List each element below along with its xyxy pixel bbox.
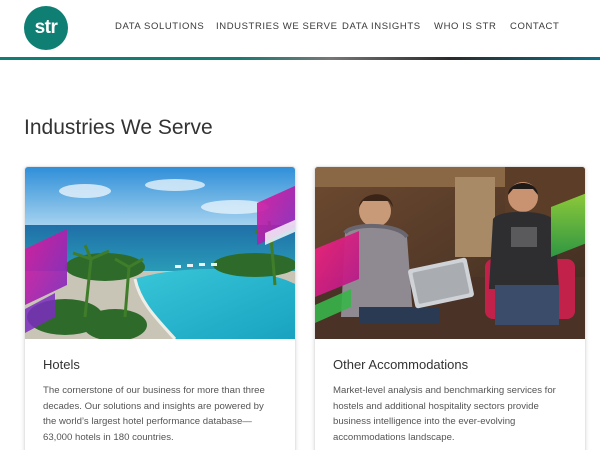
nav-contact[interactable]: CONTACT xyxy=(510,21,559,32)
card-title-hotels[interactable]: Hotels xyxy=(43,357,80,372)
card-description-other-accommodations: Market-level analysis and benchmarking s… xyxy=(333,385,556,443)
header-divider xyxy=(0,57,600,60)
nav-who-is-str[interactable]: WHO IS STR xyxy=(434,21,496,32)
nav-industries-we-serve[interactable]: INDUSTRIES WE SERVE xyxy=(216,21,338,32)
nav-data-insights[interactable]: DATA INSIGHTS xyxy=(342,21,421,32)
industry-card-other-accommodations[interactable]: Other Accommodations Market-level analys… xyxy=(314,166,586,450)
nav-data-solutions[interactable]: DATA SOLUTIONS xyxy=(115,21,204,32)
site-header: str DATA SOLUTIONS INDUSTRIES WE SERVE D… xyxy=(0,0,600,60)
str-logo[interactable]: str xyxy=(24,6,68,50)
hostel-lounge-photo xyxy=(315,167,585,339)
card-title-other-accommodations[interactable]: Other Accommodations xyxy=(333,357,468,372)
hotels-image[interactable] xyxy=(25,167,295,339)
card-description-hotels: The cornerstone of our business for more… xyxy=(43,385,265,443)
resort-pool-photo xyxy=(25,167,295,339)
logo-text: str xyxy=(34,17,58,38)
industry-card-hotels[interactable]: Hotels The cornerstone of our business f… xyxy=(24,166,296,450)
other-accommodations-image[interactable] xyxy=(315,167,585,339)
page-title: Industries We Serve xyxy=(24,116,213,139)
